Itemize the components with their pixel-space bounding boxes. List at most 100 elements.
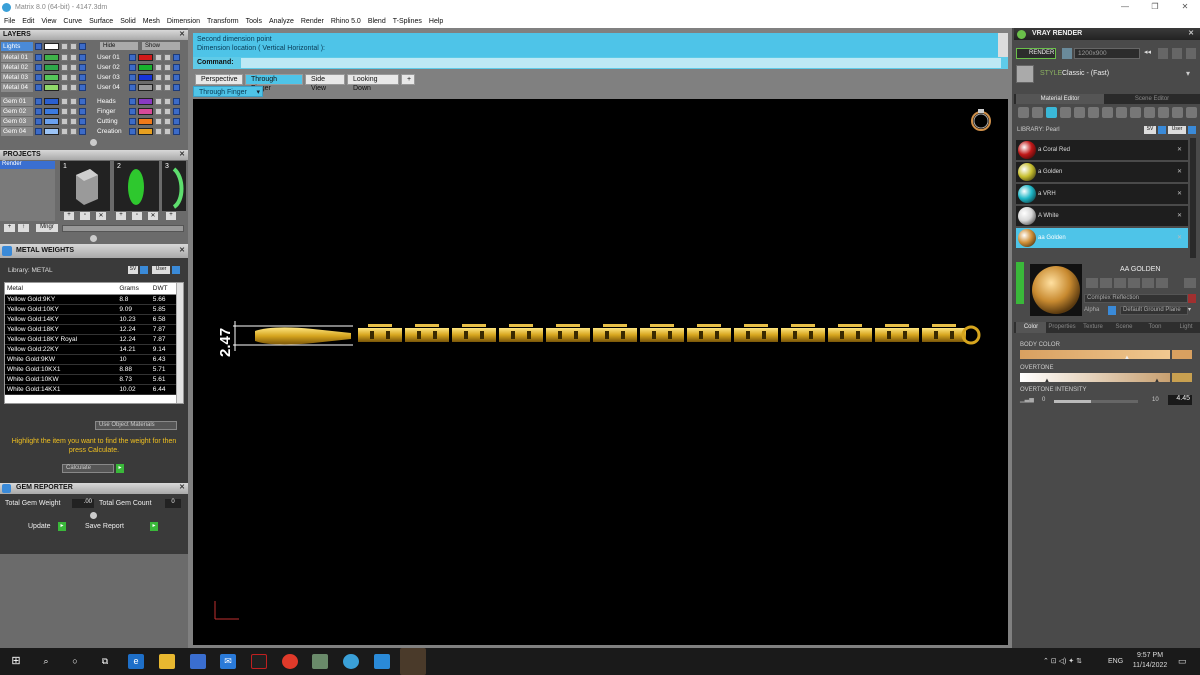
column-header[interactable]: Grams <box>117 283 151 295</box>
material-tool-icon[interactable] <box>1088 107 1099 118</box>
layer-color-swatch[interactable] <box>138 98 153 105</box>
add-view-icon[interactable]: + <box>401 74 415 85</box>
hide-button[interactable]: Hide <box>100 42 138 50</box>
add-icon[interactable]: + <box>166 212 176 220</box>
menu-item[interactable]: Rhino 5.0 <box>331 18 361 25</box>
layer-row[interactable]: Metal 03 <box>1 73 89 82</box>
layer-arrow-icon[interactable] <box>129 108 136 115</box>
layer-row[interactable]: Gem 01 <box>1 97 89 106</box>
material-tool-icon[interactable] <box>1046 107 1057 118</box>
cortana-icon[interactable]: ○ <box>67 654 83 669</box>
layer-color-swatch[interactable] <box>44 54 59 61</box>
clock-date[interactable]: 11/14/2022 <box>1130 662 1170 669</box>
alpha-toggle[interactable] <box>1108 306 1116 315</box>
lock-icon[interactable] <box>61 74 68 81</box>
lock-icon[interactable] <box>155 98 162 105</box>
body-color-swatch[interactable] <box>1172 350 1192 359</box>
layer-color-swatch[interactable] <box>138 128 153 135</box>
menu-item[interactable]: Edit <box>22 18 34 25</box>
camera-icon[interactable] <box>1062 48 1072 59</box>
layer-select-icon[interactable] <box>173 118 180 125</box>
layer-color-swatch[interactable] <box>44 64 59 71</box>
chevron-down-icon[interactable]: ▾ <box>1188 306 1196 315</box>
windows-start-icon[interactable]: ⊞ <box>8 654 24 669</box>
layer-color-swatch[interactable] <box>44 43 59 50</box>
layer-arrow-icon[interactable] <box>129 128 136 135</box>
table-row[interactable]: Yellow Gold:18KY Royal 12.24 7.87 <box>5 334 177 345</box>
lock-icon[interactable] <box>61 64 68 71</box>
layer-row[interactable]: User 04 <box>95 83 183 92</box>
language-indicator[interactable]: ENG <box>1108 658 1123 665</box>
lock-icon[interactable] <box>61 84 68 91</box>
layer-row[interactable]: Heads <box>95 97 183 106</box>
material-icon[interactable] <box>1142 278 1154 288</box>
menu-item[interactable]: Transform <box>207 18 239 25</box>
render-button[interactable]: RENDER <box>1016 48 1056 59</box>
viewport-canvas[interactable]: 2.47 <box>193 99 1008 645</box>
menu-item[interactable]: View <box>41 18 56 25</box>
layer-select-icon[interactable] <box>173 74 180 81</box>
project-thumb-3[interactable]: 3 <box>162 161 186 211</box>
menu-item[interactable]: Dimension <box>167 18 200 25</box>
viewport-name-dropdown[interactable]: Through Finger ▾ <box>193 86 263 97</box>
toggle-icon[interactable] <box>172 266 180 274</box>
layer-row[interactable]: Finger <box>95 107 183 116</box>
visibility-icon[interactable] <box>70 43 77 50</box>
layer-color-swatch[interactable] <box>138 54 153 61</box>
menu-item[interactable]: Help <box>429 18 443 25</box>
scroll-handle[interactable] <box>90 512 97 519</box>
tab-toon[interactable]: Toon <box>1140 322 1170 333</box>
material-icon[interactable] <box>1086 278 1098 288</box>
material-icon[interactable] <box>1184 278 1196 288</box>
layer-arrow-icon[interactable] <box>35 108 42 115</box>
table-row[interactable]: White Gold:10KW 8.73 5.61 <box>5 374 177 385</box>
tab-light[interactable]: Light <box>1171 322 1200 333</box>
layer-select-icon[interactable] <box>79 54 86 61</box>
material-item[interactable]: A White ✕ <box>1016 206 1188 226</box>
layer-arrow-icon[interactable] <box>35 54 42 61</box>
visibility-icon[interactable] <box>70 54 77 61</box>
material-item[interactable]: a Coral Red ✕ <box>1016 140 1188 160</box>
up-arrow-icon[interactable]: ↑ <box>18 224 29 232</box>
delete-icon[interactable]: ✕ <box>1177 206 1182 226</box>
sv-button[interactable]: SV <box>128 266 138 274</box>
close-icon[interactable]: ✕ <box>179 150 185 160</box>
visibility-icon[interactable] <box>164 118 171 125</box>
material-tool-icon[interactable] <box>1158 107 1169 118</box>
visibility-icon[interactable] <box>164 74 171 81</box>
overtone-slider[interactable] <box>1020 373 1170 382</box>
material-tool-icon[interactable] <box>1144 107 1155 118</box>
layer-select-icon[interactable] <box>79 108 86 115</box>
layer-color-swatch[interactable] <box>138 84 153 91</box>
layer-arrow-icon[interactable] <box>35 74 42 81</box>
layer-arrow-icon[interactable] <box>129 54 136 61</box>
layer-color-swatch[interactable] <box>44 108 59 115</box>
app-icon[interactable] <box>251 654 267 669</box>
delete-icon[interactable]: ✕ <box>1177 162 1182 182</box>
close-icon[interactable]: ✕ <box>179 30 185 40</box>
file-explorer-icon[interactable] <box>159 654 175 669</box>
search-icon[interactable]: ⌕ <box>38 654 54 669</box>
layer-arrow-icon[interactable] <box>129 118 136 125</box>
material-tool-icon[interactable] <box>1116 107 1127 118</box>
edge-icon[interactable]: e <box>128 654 144 669</box>
menu-item[interactable]: Solid <box>120 18 136 25</box>
visibility-icon[interactable] <box>70 84 77 91</box>
material-icon[interactable] <box>1128 278 1140 288</box>
layer-arrow-icon[interactable] <box>35 84 42 91</box>
clock-time[interactable]: 9:57 PM <box>1130 652 1170 659</box>
layer-select-icon[interactable] <box>173 54 180 61</box>
style-dropdown[interactable]: Classic - (Fast) <box>1062 70 1109 77</box>
tab-through-finger[interactable]: Through Finger <box>245 74 303 92</box>
use-object-materials-select[interactable]: Use Object Materials <box>95 421 177 430</box>
mail-icon[interactable]: ✉ <box>220 654 236 669</box>
layer-row[interactable]: Metal 04 <box>1 83 89 92</box>
delete-icon[interactable]: ✕ <box>1177 184 1182 204</box>
menu-item[interactable]: File <box>4 18 15 25</box>
delete-icon[interactable]: ✕ <box>148 212 158 220</box>
layer-arrow-icon[interactable] <box>129 74 136 81</box>
notification-icon[interactable]: ▭ <box>1178 656 1187 667</box>
lock-icon[interactable] <box>155 64 162 71</box>
sv-button[interactable]: SV <box>1144 126 1156 134</box>
play-icon[interactable]: ▸ <box>58 522 66 531</box>
